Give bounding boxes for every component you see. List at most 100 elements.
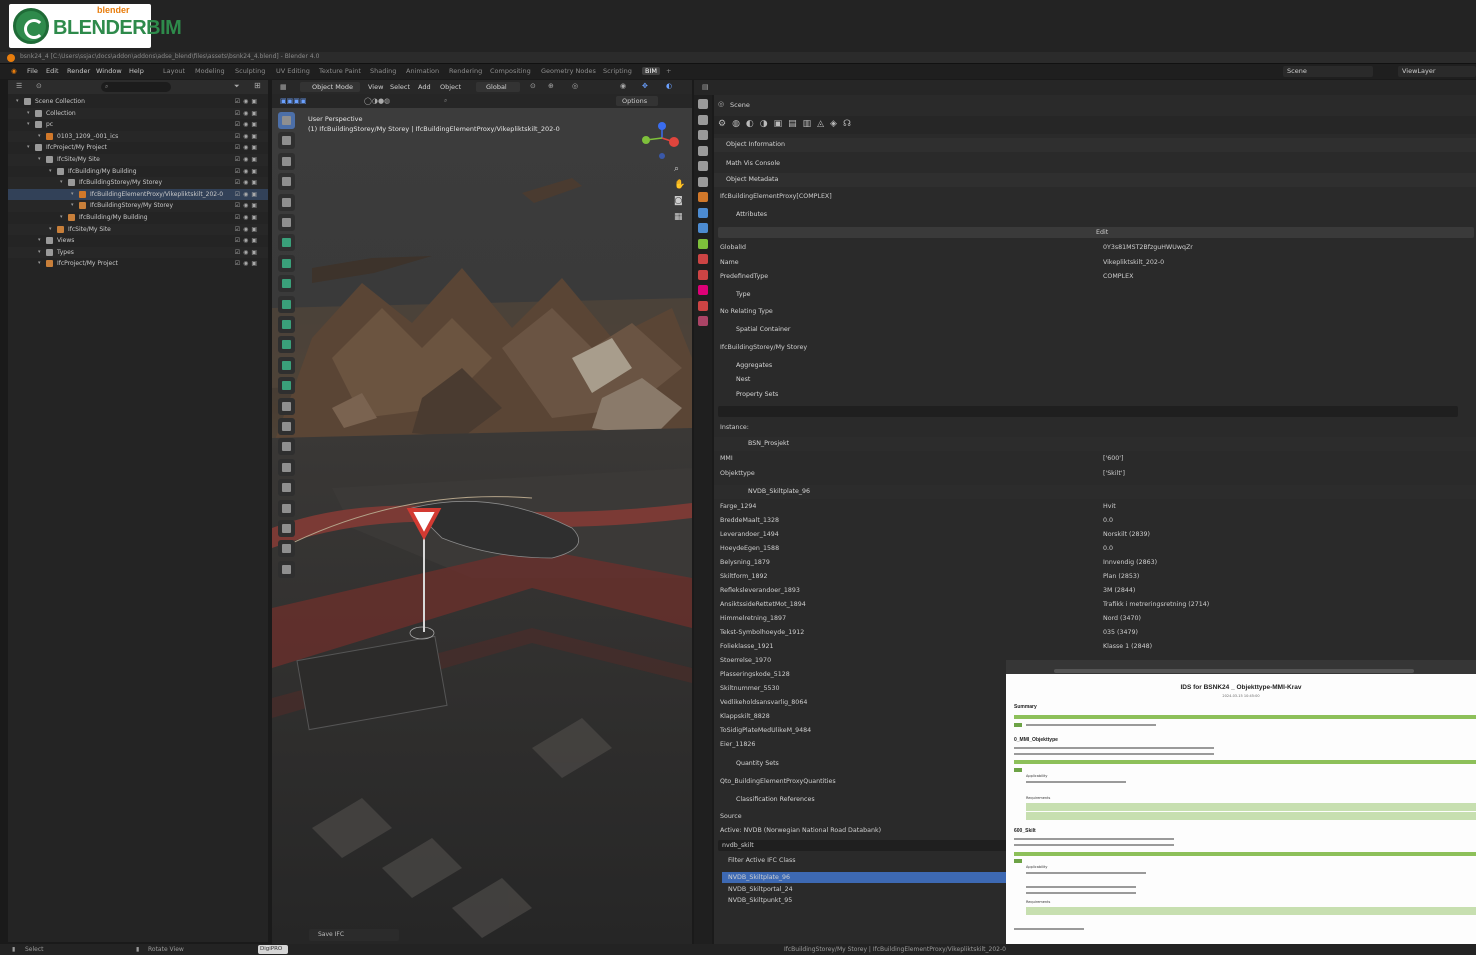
filter-view-icon[interactable]: ⊙: [36, 82, 42, 90]
expand-arrow-icon[interactable]: ▾: [38, 260, 41, 266]
classification-list-item[interactable]: NVDB_Skiltportal_24: [722, 884, 1006, 895]
expand-arrow-icon[interactable]: ▾: [27, 121, 30, 127]
outliner-row[interactable]: ▾ pc ☑◉▣: [8, 119, 268, 131]
expand-arrow-icon[interactable]: ▾: [71, 202, 74, 208]
tab-tool-icon[interactable]: [698, 99, 708, 109]
tab-geometry-nodes[interactable]: Geometry Nodes: [541, 67, 596, 75]
ortho-grid-icon[interactable]: ▦: [674, 212, 683, 222]
pset-header-nvdb-skiltplate[interactable]: NVDB_Skiltplate_96: [714, 485, 1476, 499]
outliner-row[interactable]: ▾ IfcBuilding/My Building ☑◉▣: [8, 212, 268, 224]
panel-math-vis[interactable]: Math Vis Console: [714, 157, 1476, 171]
tab-layout[interactable]: Layout: [163, 67, 185, 75]
tool-grid-button[interactable]: [278, 560, 295, 578]
tab-constraints-icon[interactable]: [698, 254, 708, 264]
source-field[interactable]: nvdb_skilt: [718, 840, 1008, 851]
visibility-toggles-icon[interactable]: ☑◉▣: [235, 260, 260, 267]
menu-window[interactable]: Window: [96, 67, 122, 75]
shading-modes-icon[interactable]: ◯◑●◍: [364, 97, 390, 105]
tab-data-icon[interactable]: [698, 269, 708, 280]
subpanel-aggregates[interactable]: Aggregates: [714, 359, 1476, 373]
expand-arrow-icon[interactable]: ▾: [38, 249, 41, 255]
tab-physics-icon[interactable]: [698, 238, 708, 249]
menu-file[interactable]: File: [27, 67, 38, 75]
property-value[interactable]: 3M (2844): [1103, 587, 1135, 594]
tool-roof-button[interactable]: [278, 377, 295, 395]
classification-list-item[interactable]: NVDB_Skiltplate_96: [722, 872, 1006, 883]
tool-pipe-button[interactable]: [278, 458, 295, 476]
tab-particles-icon[interactable]: [698, 223, 708, 233]
visibility-toggles-icon[interactable]: ☑◉▣: [235, 98, 260, 105]
visibility-toggles-icon[interactable]: ☑◉▣: [235, 133, 260, 140]
outliner-row[interactable]: ▾ IfcProject/My Project ☑◉▣: [8, 258, 268, 270]
pset-header-bsn-prosjekt[interactable]: BSN_Prosjekt: [714, 437, 1476, 451]
visibility-toggles-icon[interactable]: ☑◉▣: [235, 156, 260, 163]
property-value[interactable]: Norskilt (2839): [1103, 531, 1150, 538]
pset-selector[interactable]: [718, 406, 1458, 417]
outliner-row[interactable]: ▾ Collection ☑◉▣: [8, 107, 268, 120]
subpanel-spatial-container[interactable]: Spatial Container: [714, 323, 1476, 337]
property-value[interactable]: Nord (3470): [1103, 615, 1141, 622]
outliner-row[interactable]: ▾ IfcBuildingStorey/My Storey ☑◉▣: [8, 200, 268, 212]
visibility-toggles-icon[interactable]: ☑◉▣: [235, 202, 260, 209]
tool-rotate-button[interactable]: [278, 173, 295, 191]
filter-icon[interactable]: ⏷: [234, 82, 240, 91]
property-value[interactable]: Innvendig (2863): [1103, 559, 1157, 566]
property-value[interactable]: Plan (2853): [1103, 573, 1139, 580]
outliner-row[interactable]: ▾ Scene Collection ☑◉▣: [8, 96, 268, 108]
tab-world-icon[interactable]: [698, 176, 708, 187]
camera-icon[interactable]: ◙: [674, 196, 683, 206]
property-value[interactable]: ['600']: [1103, 455, 1123, 462]
tool-annotate-button[interactable]: [278, 234, 295, 252]
proportional-edit-icon[interactable]: ◎: [572, 82, 578, 90]
pivot-icon[interactable]: ⊙: [530, 82, 536, 90]
expand-arrow-icon[interactable]: ▾: [60, 179, 63, 185]
tool-measure-button[interactable]: [278, 520, 295, 537]
outliner-row[interactable]: ▾ IfcProject/My Project ☑◉▣: [8, 142, 268, 154]
outliner-search-input[interactable]: ⌕: [101, 82, 171, 92]
panel-object-metadata[interactable]: Object Metadata: [714, 173, 1476, 187]
zoom-icon[interactable]: ⌕: [674, 164, 679, 174]
view-layer-selector[interactable]: ViewLayer: [1398, 66, 1476, 77]
tool-scale-button[interactable]: [278, 193, 295, 211]
tab-animation[interactable]: Animation: [406, 67, 439, 75]
scene-selector[interactable]: Scene: [1283, 66, 1373, 77]
property-value[interactable]: ['Skilt']: [1103, 470, 1125, 477]
tab-rendering[interactable]: Rendering: [449, 67, 482, 75]
outliner-row[interactable]: ▾ IfcBuildingStorey/My Storey ☑◉▣: [8, 177, 268, 189]
tool-furniture-button[interactable]: [278, 499, 295, 517]
visibility-toggles-icon[interactable]: ☑◉▣: [235, 110, 260, 117]
outliner-row[interactable]: ▾ IfcBuildingElementProxy/Vikepliktskilt_…: [8, 188, 268, 201]
panel-object-information[interactable]: Object Information: [714, 138, 1476, 152]
tool-dimension-button[interactable]: [278, 540, 295, 558]
outliner-row[interactable]: ▾ IfcSite/My Site ☑◉▣: [8, 223, 268, 236]
editor-type-icon[interactable]: ▦: [280, 83, 287, 91]
property-value[interactable]: 0Y3s81MST2BfzguHWUwqZr: [1103, 244, 1193, 251]
outliner-row[interactable]: ▾ 0103_1209_-001_ics ☑◉▣: [8, 130, 268, 143]
expand-arrow-icon[interactable]: ▾: [38, 133, 41, 139]
tab-modeling[interactable]: Modeling: [195, 67, 225, 75]
options-dropdown[interactable]: Options: [616, 96, 658, 106]
tab-material-icon[interactable]: [698, 285, 708, 295]
tool-wall-button[interactable]: [278, 254, 295, 272]
expand-arrow-icon[interactable]: ▾: [38, 156, 41, 162]
menu-view[interactable]: View: [368, 83, 383, 91]
tool-window-button[interactable]: [278, 316, 295, 333]
3d-viewport[interactable]: ⌕ ✋ ◙ ▦: [272, 108, 692, 944]
visibility-toggles-icon[interactable]: ☑◉▣: [235, 214, 260, 221]
menu-help[interactable]: Help: [129, 67, 144, 75]
menu-object[interactable]: Object: [440, 83, 461, 91]
select-mode-icon[interactable]: ▣▣▣▣: [280, 97, 306, 105]
expand-arrow-icon[interactable]: ▾: [60, 214, 63, 220]
tool-transform-button[interactable]: [278, 214, 295, 231]
tab-shading[interactable]: Shading: [370, 67, 396, 75]
tab-scripting[interactable]: Scripting: [603, 67, 632, 75]
property-value[interactable]: 035 (3479): [1103, 629, 1138, 636]
visibility-toggles-icon[interactable]: ☑◉▣: [235, 121, 260, 128]
tab-bim-icon[interactable]: [698, 316, 708, 326]
mode-dropdown[interactable]: Object Mode: [300, 82, 360, 92]
visibility-toggles-icon[interactable]: ☑◉▣: [235, 144, 260, 151]
expand-arrow-icon[interactable]: ▾: [49, 168, 52, 174]
tool-select-box-button[interactable]: [278, 112, 295, 129]
subpanel-type[interactable]: Type: [714, 288, 1476, 302]
tab-object-icon[interactable]: [698, 192, 708, 202]
